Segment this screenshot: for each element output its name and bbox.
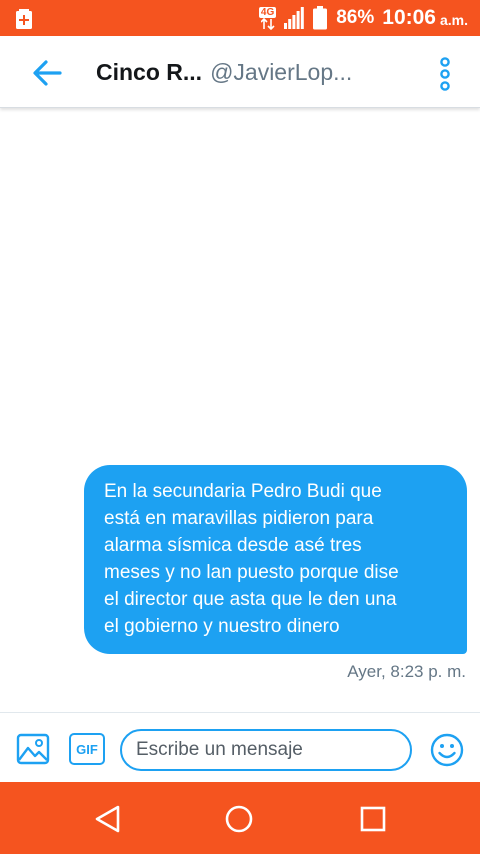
conversation-title[interactable]: Cinco R... @JavierLop... bbox=[96, 36, 396, 108]
square-recents-icon bbox=[360, 806, 386, 832]
message-line: el gobierno y nuestro dinero bbox=[104, 616, 340, 637]
triangle-back-icon bbox=[95, 805, 120, 833]
data-arrows-icon bbox=[260, 17, 275, 30]
emoji-icon bbox=[430, 733, 464, 767]
battery-charging-icon bbox=[12, 6, 36, 30]
message-list[interactable]: En la secundaria Pedro Budi que está en … bbox=[0, 110, 480, 712]
message-line: En la secundaria Pedro Budi que bbox=[104, 481, 382, 502]
status-bar: 4G 86% 10:06 a.m. bbox=[0, 0, 480, 36]
network-type-label: 4G bbox=[258, 6, 277, 18]
image-icon bbox=[16, 733, 50, 765]
message-input[interactable] bbox=[120, 729, 412, 771]
battery-icon bbox=[313, 6, 328, 30]
nav-recents-button[interactable] bbox=[356, 802, 390, 836]
clock-time: 10:06 bbox=[382, 6, 436, 29]
network-type-indicator: 4G bbox=[258, 6, 277, 30]
back-button[interactable] bbox=[30, 58, 66, 88]
contact-name: Cinco R... bbox=[96, 58, 203, 85]
message-line: meses y no lan puesto porque dise bbox=[104, 562, 399, 583]
gif-label: GIF bbox=[76, 741, 98, 757]
emoji-button[interactable] bbox=[430, 733, 464, 767]
message-composer: GIF bbox=[0, 712, 480, 782]
more-vertical-icon bbox=[440, 57, 450, 91]
add-photo-button[interactable] bbox=[16, 733, 50, 765]
signal-icon bbox=[284, 7, 305, 29]
clock-ampm: a.m. bbox=[439, 12, 468, 28]
status-indicators: 4G 86% 10:06 a.m. bbox=[258, 0, 468, 36]
arrow-left-icon bbox=[33, 60, 62, 86]
message-line: alarma sísmica desde asé tres bbox=[104, 535, 362, 556]
circle-home-icon bbox=[225, 805, 253, 833]
nav-back-button[interactable] bbox=[91, 802, 125, 836]
system-navigation-bar bbox=[0, 782, 480, 854]
conversation-header: Cinco R... @JavierLop... bbox=[0, 36, 480, 108]
message-line: el director que asta que le den una bbox=[104, 589, 397, 610]
gif-button[interactable]: GIF bbox=[69, 733, 105, 765]
more-options-button[interactable] bbox=[430, 54, 460, 94]
contact-handle: @JavierLop... bbox=[210, 58, 353, 85]
nav-home-button[interactable] bbox=[222, 802, 256, 836]
battery-percent: 86% bbox=[336, 7, 375, 28]
message-timestamp: Ayer, 8:23 p. m. bbox=[347, 662, 466, 681]
message-line: está en maravillas pidieron para bbox=[104, 508, 374, 529]
sent-message-bubble[interactable]: En la secundaria Pedro Budi que está en … bbox=[84, 465, 467, 654]
